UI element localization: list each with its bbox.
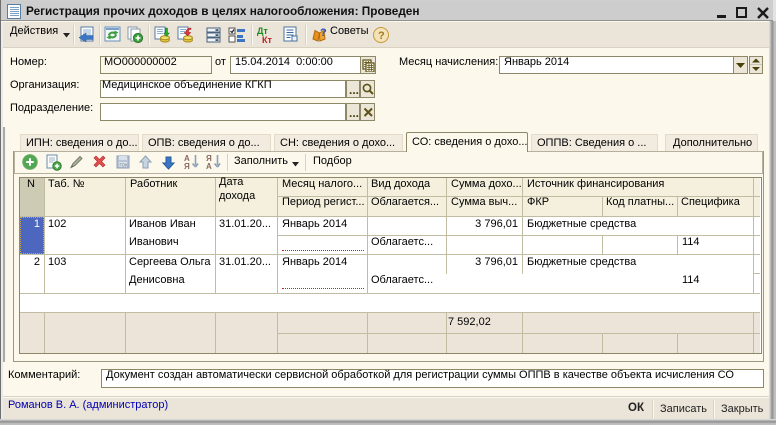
- svg-text:?: ?: [378, 30, 385, 42]
- svg-text:Я: Я: [184, 162, 190, 171]
- svg-text:ГОК: ГОК: [120, 163, 129, 168]
- svg-text:?: ?: [320, 27, 327, 39]
- svg-text:А: А: [206, 162, 212, 171]
